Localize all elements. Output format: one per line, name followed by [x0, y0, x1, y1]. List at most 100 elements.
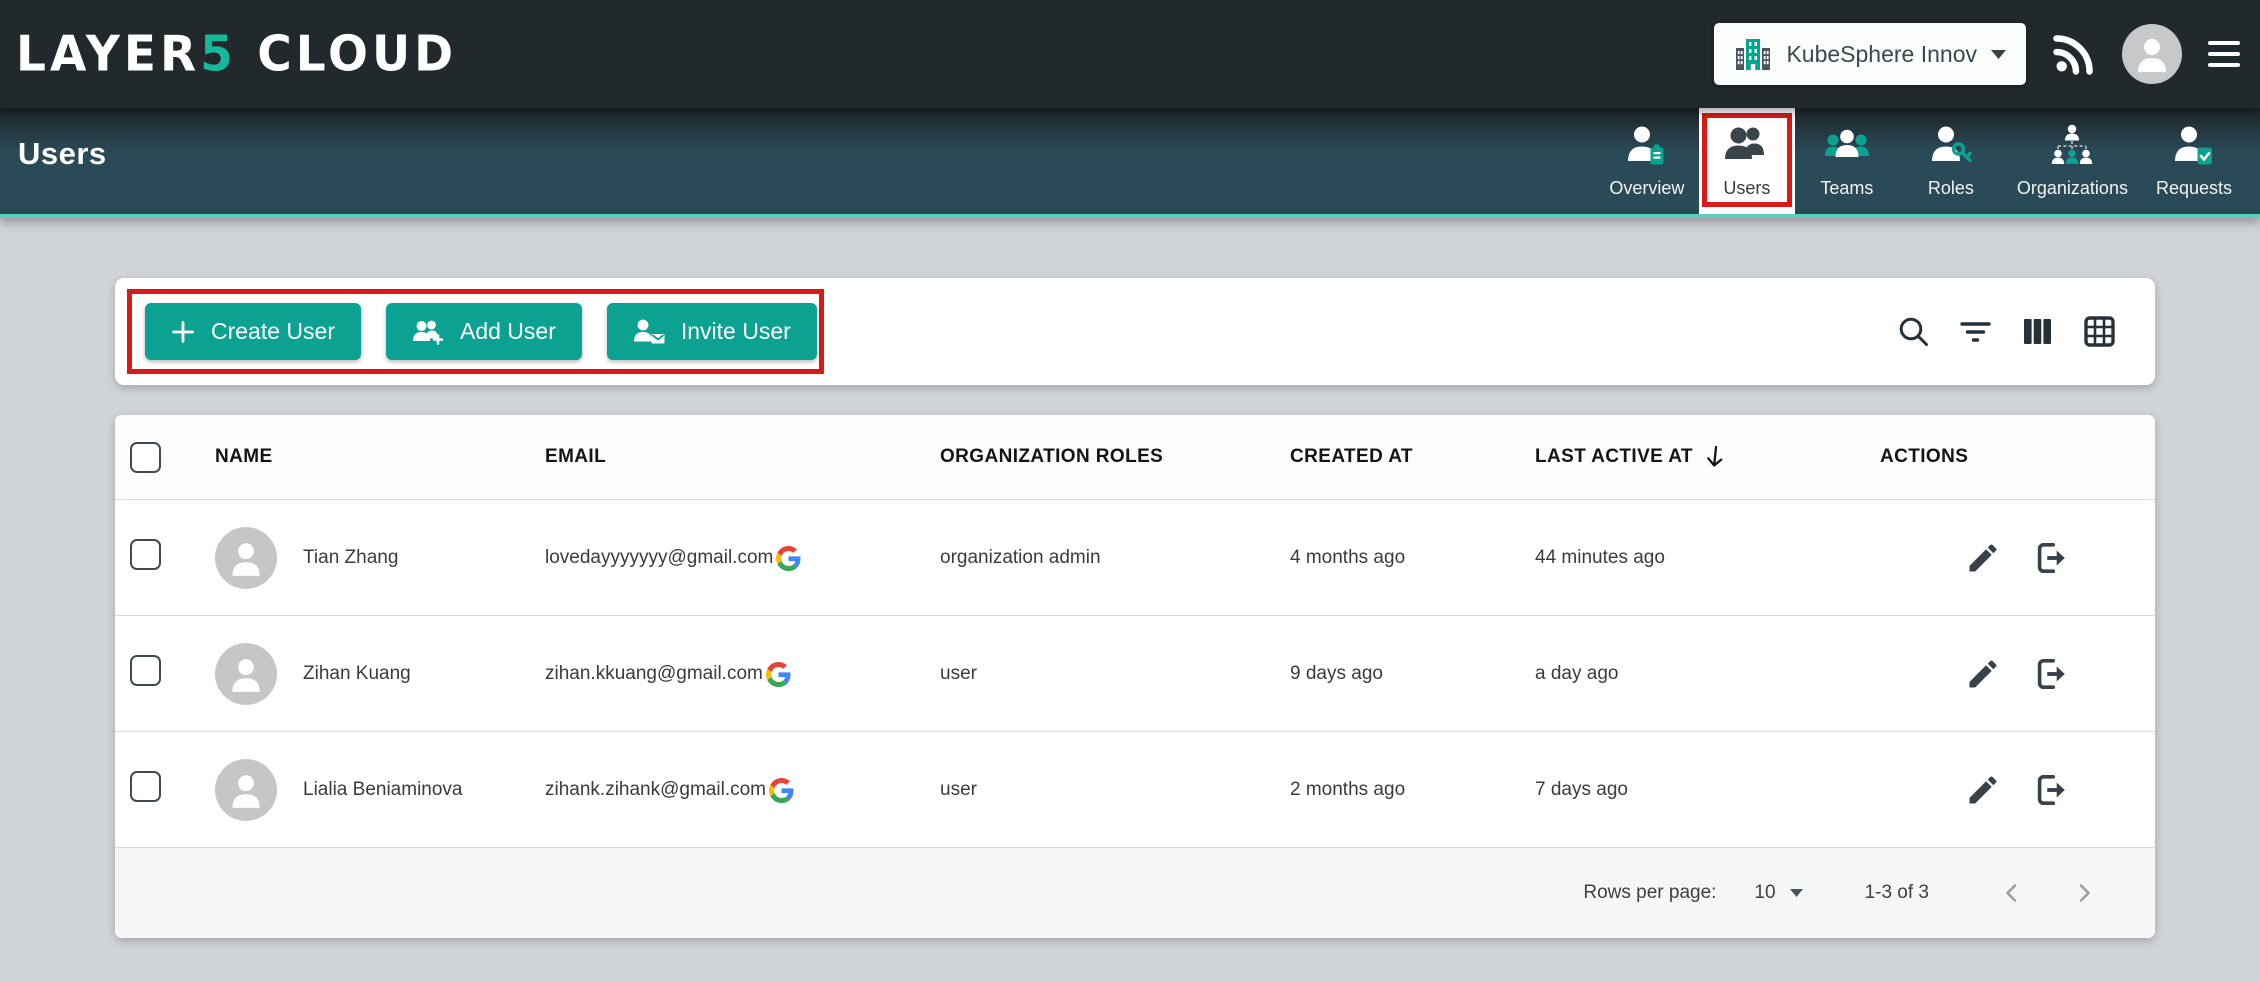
teams-icon — [1824, 123, 1870, 169]
tab-teams-label: Teams — [1820, 178, 1873, 199]
person-icon — [225, 769, 267, 811]
person-icon — [2132, 34, 2172, 74]
tab-organizations[interactable]: Organizations — [2003, 108, 2142, 214]
organizations-icon — [2049, 123, 2095, 169]
add-user-button[interactable]: Add User — [386, 303, 582, 360]
header-right-group: KubeSphere Innov — [1714, 23, 2240, 85]
nav-tabs: Overview Users Teams — [1595, 108, 2246, 214]
avatar — [215, 643, 277, 705]
tab-overview-label: Overview — [1609, 178, 1684, 199]
google-icon — [769, 778, 794, 803]
avatar — [2122, 24, 2182, 84]
column-header-name[interactable]: NAME — [200, 446, 530, 468]
user-name-cell: Lialia Beniaminova — [200, 759, 530, 821]
previous-page-button[interactable] — [1999, 880, 2025, 906]
user-name-cell: Zihan Kuang — [200, 643, 530, 705]
create-user-label: Create User — [211, 318, 335, 345]
person-icon — [225, 653, 267, 695]
column-header-email[interactable]: EMAIL — [530, 446, 925, 468]
invite-user-label: Invite User — [681, 318, 791, 345]
logout-icon — [2033, 772, 2069, 808]
toolbar-card: Create User Add User — [115, 278, 2155, 385]
building-icon — [1734, 35, 1772, 73]
remove-user-button[interactable] — [2033, 540, 2069, 576]
user-email-cell: zihank.zihank@gmail.com — [530, 776, 925, 803]
user-email-cell: lovedayyyyyyy@gmail.com — [530, 544, 925, 571]
header-checkbox-cell — [115, 442, 200, 473]
feed-button[interactable] — [2052, 32, 2096, 76]
remove-user-button[interactable] — [2033, 772, 2069, 808]
overview-icon — [1624, 123, 1670, 169]
edit-user-button[interactable] — [1965, 772, 2001, 808]
user-email: lovedayyyyyyy@gmail.com — [545, 547, 773, 569]
table-pagination: Rows per page: 10 1-3 of 3 — [115, 847, 2155, 938]
invite-user-button[interactable]: Invite User — [607, 303, 817, 360]
logo-layer: LAYER — [16, 25, 200, 82]
user-org-roles: organization admin — [925, 547, 1275, 569]
user-name: Tian Zhang — [303, 547, 398, 569]
user-email: zihank.zihank@gmail.com — [545, 779, 766, 801]
pagination-range: 1-3 of 3 — [1865, 882, 1929, 904]
column-header-roles[interactable]: ORGANIZATION ROLES — [925, 446, 1275, 468]
logout-icon — [2033, 656, 2069, 692]
user-org-roles: user — [925, 779, 1275, 801]
next-page-button[interactable] — [2071, 880, 2097, 906]
logo-five: 5 — [200, 25, 237, 82]
edit-user-button[interactable] — [1965, 540, 2001, 576]
buttons-annotation-box: Create User Add User — [127, 289, 824, 374]
row-actions — [1865, 772, 2155, 808]
edit-pencil-icon — [1965, 656, 2001, 692]
grid-view-button[interactable] — [2082, 314, 2117, 349]
add-user-label: Add User — [460, 318, 556, 345]
tab-roles[interactable]: Roles — [1899, 108, 2003, 214]
row-checkbox[interactable] — [130, 539, 161, 570]
person-invite-icon — [633, 319, 665, 345]
edit-pencil-icon — [1965, 540, 2001, 576]
main-menu-button[interactable] — [2208, 41, 2240, 67]
tab-teams[interactable]: Teams — [1795, 108, 1899, 214]
tab-requests[interactable]: Requests — [2142, 108, 2246, 214]
user-last-active-at: 7 days ago — [1520, 779, 1865, 801]
column-header-created[interactable]: CREATED AT — [1275, 446, 1520, 468]
column-header-actions: ACTIONS — [1865, 446, 2155, 468]
chevron-down-icon — [1991, 50, 2006, 59]
roles-icon — [1928, 123, 1974, 169]
user-name-cell: Tian Zhang — [200, 527, 530, 589]
avatar — [215, 527, 277, 589]
org-switcher-label: KubeSphere Innov — [1786, 41, 1977, 68]
rows-per-page-label: Rows per page: — [1583, 882, 1716, 904]
filter-button[interactable] — [1958, 314, 1993, 349]
search-icon — [1896, 314, 1931, 349]
create-user-button[interactable]: Create User — [145, 303, 361, 360]
row-checkbox[interactable] — [130, 771, 161, 802]
logo-cloud: CLOUD — [237, 25, 457, 82]
columns-view-button[interactable] — [2020, 314, 2055, 349]
tab-users[interactable]: Users — [1699, 108, 1795, 214]
select-all-checkbox[interactable] — [130, 442, 161, 473]
remove-user-button[interactable] — [2033, 656, 2069, 692]
google-icon — [766, 662, 791, 687]
user-email-cell: zihan.kkuang@gmail.com — [530, 660, 925, 687]
row-checkbox[interactable] — [130, 655, 161, 686]
edit-user-button[interactable] — [1965, 656, 2001, 692]
user-menu-button[interactable] — [2122, 24, 2182, 84]
requests-icon — [2171, 123, 2217, 169]
search-button[interactable] — [1896, 314, 1931, 349]
users-table: NAME EMAIL ORGANIZATION ROLES CREATED AT… — [115, 415, 2155, 938]
sort-desc-icon — [1702, 443, 1729, 471]
tab-users-label: Users — [1723, 178, 1770, 199]
table-row: Zihan Kuang zihan.kkuang@gmail.com user … — [115, 615, 2155, 731]
filter-icon — [1958, 314, 1993, 349]
rows-per-page-select[interactable]: 10 — [1754, 882, 1802, 904]
hamburger-icon — [2208, 41, 2240, 67]
last-active-label: LAST ACTIVE AT — [1535, 446, 1693, 468]
page-nav: Users Overview Users — [0, 108, 2260, 218]
tab-overview[interactable]: Overview — [1595, 108, 1699, 214]
column-header-last-active[interactable]: LAST ACTIVE AT — [1520, 444, 1865, 470]
page-title: Users — [18, 136, 107, 172]
org-switcher-dropdown[interactable]: KubeSphere Innov — [1714, 23, 2026, 85]
tab-roles-label: Roles — [1928, 178, 1974, 199]
row-actions — [1865, 656, 2155, 692]
chevron-down-icon — [1790, 889, 1803, 897]
columns-icon — [2020, 314, 2055, 349]
